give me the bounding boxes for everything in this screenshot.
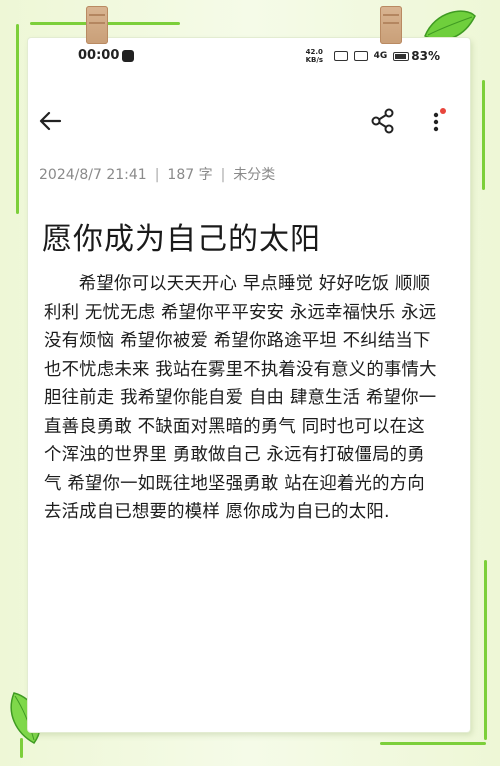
note-title[interactable]: 愿你成为自己的太阳 bbox=[42, 214, 321, 258]
back-arrow-icon[interactable] bbox=[36, 106, 66, 136]
frame-line-bottom-right bbox=[484, 560, 487, 740]
status-icons: 42.0 KB/s 4G 83% bbox=[306, 48, 440, 64]
meta-separator: | bbox=[220, 167, 226, 183]
frame-line-left bbox=[16, 24, 19, 214]
hd-icon bbox=[353, 51, 368, 61]
frame-line-bottom bbox=[380, 742, 486, 745]
notification-dot bbox=[440, 108, 446, 114]
signal-label: 4G bbox=[373, 51, 388, 61]
frame-line-right bbox=[482, 80, 485, 190]
more-vertical-button[interactable] bbox=[424, 106, 448, 136]
battery-percent: 83% bbox=[411, 49, 440, 63]
network-speed: 42.0 KB/s bbox=[305, 48, 324, 64]
note-card: 00:00 42.0 KB/s 4G 83% 2024/8/7 21:41 | … bbox=[28, 6, 470, 732]
note-date: 2024/8/7 21:41 bbox=[39, 167, 147, 183]
meta-separator: | bbox=[154, 167, 160, 183]
status-bar: 00:00 42.0 KB/s 4G 83% bbox=[28, 38, 470, 74]
status-time: 00:00 bbox=[78, 48, 120, 63]
toolbar bbox=[28, 102, 470, 138]
note-body[interactable]: 希望你可以天天开心 早点睡觉 好好吃饭 顺顺利利 无忧无虑 希望你平平安安 永远… bbox=[44, 270, 440, 527]
share-icon[interactable] bbox=[368, 106, 398, 136]
wifi-icon bbox=[333, 51, 348, 61]
battery-icon bbox=[393, 51, 410, 61]
tiktok-icon bbox=[122, 50, 134, 62]
note-category[interactable]: 未分类 bbox=[233, 167, 275, 183]
battery-indicator: 83% bbox=[393, 49, 440, 63]
note-word-count: 187 字 bbox=[167, 167, 213, 183]
note-meta: 2024/8/7 21:41 | 187 字 | 未分类 bbox=[39, 164, 275, 184]
